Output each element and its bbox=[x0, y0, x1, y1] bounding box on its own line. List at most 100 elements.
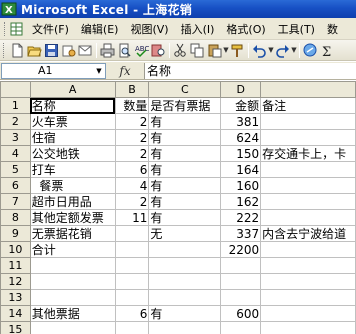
cell-e14[interactable] bbox=[260, 305, 356, 322]
cell-d7[interactable]: 162 bbox=[220, 193, 262, 210]
cell-b2[interactable]: 2 bbox=[114, 113, 150, 130]
row-header[interactable]: 15 bbox=[0, 321, 31, 334]
research-icon[interactable] bbox=[151, 43, 166, 58]
cell-a2[interactable]: 火车票 bbox=[29, 113, 116, 130]
row-header[interactable]: 10 bbox=[0, 241, 31, 258]
paste-dropdown-icon[interactable]: ▼ bbox=[223, 43, 229, 58]
cell-d13[interactable] bbox=[220, 289, 262, 306]
cell-d14[interactable]: 600 bbox=[220, 305, 262, 322]
cell-a13[interactable] bbox=[29, 289, 116, 306]
cell-c12[interactable] bbox=[148, 273, 222, 290]
row-header[interactable]: 14 bbox=[0, 305, 31, 322]
cell-b9[interactable] bbox=[114, 225, 150, 242]
cut-icon[interactable] bbox=[173, 43, 188, 58]
insert-function-icon[interactable]: fx bbox=[106, 64, 144, 78]
cell-a3[interactable]: 住宿 bbox=[29, 129, 116, 146]
cell-c4[interactable]: 有 bbox=[148, 145, 222, 162]
cell-e15[interactable] bbox=[260, 321, 356, 334]
cell-b14[interactable]: 6 bbox=[114, 305, 150, 322]
cell-a6[interactable]: 餐票 bbox=[29, 177, 116, 194]
column-header-d[interactable]: D bbox=[220, 81, 262, 98]
cell-e11[interactable] bbox=[260, 257, 356, 274]
cell-b15[interactable] bbox=[114, 321, 150, 334]
cell-e2[interactable] bbox=[260, 113, 356, 130]
cell-b10[interactable] bbox=[114, 241, 150, 258]
menu-insert[interactable]: 插入(I) bbox=[175, 21, 221, 37]
cell-c11[interactable] bbox=[148, 257, 222, 274]
cell-c3[interactable]: 有 bbox=[148, 129, 222, 146]
cell-d5[interactable]: 164 bbox=[220, 161, 262, 178]
undo-dropdown-icon[interactable]: ▼ bbox=[268, 43, 274, 58]
cell-c7[interactable]: 有 bbox=[148, 193, 222, 210]
column-header-b[interactable]: B bbox=[114, 81, 150, 98]
cell-b11[interactable] bbox=[114, 257, 150, 274]
row-header[interactable]: 1 bbox=[0, 97, 31, 114]
cell-d12[interactable] bbox=[220, 273, 262, 290]
cell-e4[interactable]: 存交通卡上，卡 bbox=[260, 145, 356, 162]
cell-e8[interactable] bbox=[260, 209, 356, 226]
cell-a9[interactable]: 无票据花销 bbox=[29, 225, 116, 242]
cell-d2[interactable]: 381 bbox=[220, 113, 262, 130]
cell-c13[interactable] bbox=[148, 289, 222, 306]
cell-a7[interactable]: 超市日用品 bbox=[29, 193, 116, 210]
save-icon[interactable] bbox=[44, 43, 59, 58]
row-header[interactable]: 8 bbox=[0, 209, 31, 226]
cell-b4[interactable]: 2 bbox=[114, 145, 150, 162]
menu-tools[interactable]: 工具(T) bbox=[272, 21, 321, 37]
cell-a14[interactable]: 其他票据 bbox=[29, 305, 116, 322]
cell-d11[interactable] bbox=[220, 257, 262, 274]
cell-c14[interactable]: 有 bbox=[148, 305, 222, 322]
menu-edit[interactable]: 编辑(E) bbox=[75, 21, 125, 37]
name-box-dropdown-icon[interactable]: ▼ bbox=[93, 64, 105, 78]
print-preview-icon[interactable] bbox=[117, 43, 132, 58]
row-header[interactable]: 2 bbox=[0, 113, 31, 130]
cell-e7[interactable] bbox=[260, 193, 356, 210]
menu-format[interactable]: 格式(O) bbox=[220, 21, 271, 37]
row-header[interactable]: 9 bbox=[0, 225, 31, 242]
cell-d6[interactable]: 160 bbox=[220, 177, 262, 194]
name-box[interactable]: A1 ▼ bbox=[1, 62, 106, 79]
cell-a12[interactable] bbox=[29, 273, 116, 290]
cell-d3[interactable]: 624 bbox=[220, 129, 262, 146]
email-icon[interactable] bbox=[78, 43, 93, 58]
cell-a1[interactable]: 名称 bbox=[29, 97, 116, 114]
column-header-a[interactable]: A bbox=[29, 81, 116, 98]
cell-c8[interactable]: 有 bbox=[148, 209, 222, 226]
cell-c10[interactable] bbox=[148, 241, 222, 258]
cell-b3[interactable]: 2 bbox=[114, 129, 150, 146]
cell-d1[interactable]: 金额 bbox=[220, 97, 262, 114]
row-header[interactable]: 13 bbox=[0, 289, 31, 306]
spelling-icon[interactable]: ABC bbox=[134, 43, 149, 58]
cell-c1[interactable]: 是否有票据 bbox=[148, 97, 222, 114]
open-icon[interactable] bbox=[27, 43, 42, 58]
cell-b6[interactable]: 4 bbox=[114, 177, 150, 194]
autosum-icon[interactable]: Σ bbox=[320, 43, 335, 60]
menu-file[interactable]: 文件(F) bbox=[26, 21, 75, 37]
cell-b8[interactable]: 11 bbox=[114, 209, 150, 226]
cell-a5[interactable]: 打车 bbox=[29, 161, 116, 178]
cell-d9[interactable]: 337 bbox=[220, 225, 262, 242]
row-header[interactable]: 5 bbox=[0, 161, 31, 178]
cell-e13[interactable] bbox=[260, 289, 356, 306]
cell-a8[interactable]: 其他定额发票 bbox=[29, 209, 116, 226]
menu-view[interactable]: 视图(V) bbox=[124, 21, 174, 37]
hyperlink-icon[interactable] bbox=[303, 43, 318, 58]
redo-icon[interactable] bbox=[275, 43, 290, 58]
cell-b13[interactable] bbox=[114, 289, 150, 306]
workbook-icon[interactable] bbox=[10, 22, 24, 36]
paste-icon[interactable] bbox=[207, 43, 222, 58]
cell-b5[interactable]: 6 bbox=[114, 161, 150, 178]
row-header[interactable]: 3 bbox=[0, 129, 31, 146]
format-painter-icon[interactable] bbox=[230, 43, 245, 58]
permission-icon[interactable] bbox=[61, 43, 76, 58]
cell-a4[interactable]: 公交地铁 bbox=[29, 145, 116, 162]
cell-b7[interactable]: 2 bbox=[114, 193, 150, 210]
excel-app-icon[interactable]: X bbox=[1, 1, 17, 17]
undo-icon[interactable] bbox=[252, 43, 267, 58]
cell-a15[interactable] bbox=[29, 321, 116, 334]
cell-c6[interactable]: 有 bbox=[148, 177, 222, 194]
toolbar-grip[interactable] bbox=[3, 42, 6, 58]
column-header-e[interactable] bbox=[260, 81, 356, 98]
cell-c5[interactable]: 有 bbox=[148, 161, 222, 178]
row-header[interactable]: 11 bbox=[0, 257, 31, 274]
